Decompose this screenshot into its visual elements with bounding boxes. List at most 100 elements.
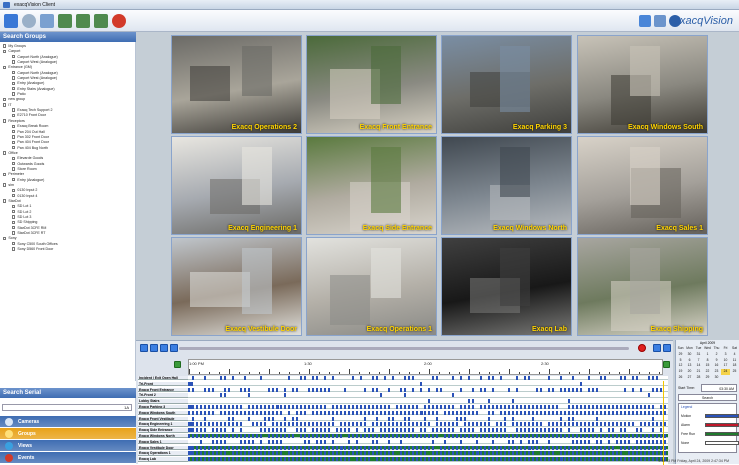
checkbox[interactable] <box>3 97 7 102</box>
checkbox[interactable] <box>12 220 16 225</box>
start-time-input[interactable]: 03:30 AM <box>701 383 737 392</box>
calendar-day[interactable]: 29 <box>703 375 712 381</box>
search-button[interactable]: Search <box>678 393 737 401</box>
calendar-day[interactable] <box>730 375 739 381</box>
checkbox[interactable] <box>12 135 16 139</box>
checkbox[interactable] <box>3 103 7 107</box>
camera-tile[interactable]: Exacq Shipping <box>577 237 708 336</box>
checkbox[interactable] <box>3 44 7 48</box>
checkbox[interactable] <box>12 204 16 209</box>
checkbox[interactable] <box>12 177 16 182</box>
nav-groups[interactable]: Groups <box>0 428 136 440</box>
checkbox[interactable] <box>3 183 7 187</box>
timeline-track[interactable]: Exacq Windows North <box>138 434 668 439</box>
checkbox[interactable] <box>12 124 16 128</box>
camera-tile[interactable]: Exacq Operations 1 <box>306 237 437 336</box>
timeline-track[interactable]: Exacq Parking 3 <box>138 405 668 410</box>
checkbox[interactable] <box>12 55 16 59</box>
checkbox[interactable] <box>12 161 16 166</box>
calendar-day[interactable]: 27 <box>685 375 694 381</box>
checkbox[interactable] <box>12 81 16 86</box>
camera-tile[interactable]: Exacq Windows North <box>441 136 572 235</box>
checkbox[interactable] <box>12 113 16 118</box>
calendar-day[interactable]: 28 <box>694 375 703 381</box>
zoom-in-button[interactable] <box>174 361 181 368</box>
fullscreen-icon[interactable] <box>639 15 651 27</box>
checkbox[interactable] <box>12 76 16 80</box>
checkbox[interactable] <box>12 188 16 193</box>
speed-slider[interactable] <box>179 347 629 350</box>
checkbox[interactable] <box>12 167 16 171</box>
checkbox[interactable] <box>12 60 16 64</box>
timeline-track[interactable]: Exacq Windows South <box>138 410 668 416</box>
checkbox[interactable] <box>3 172 7 176</box>
time-cursor[interactable] <box>663 381 664 465</box>
timeline-tracks[interactable]: Incident / Exit Open Hall Tri-Front Exacq … <box>138 376 668 464</box>
timeline-track[interactable]: Exacq Front Vestibule <box>138 416 668 421</box>
camera-tile[interactable]: Exacq Parking 3 <box>441 35 572 134</box>
step-back-button[interactable] <box>150 344 158 352</box>
checkbox[interactable] <box>3 151 7 155</box>
timeline-track[interactable]: Exacq Sales 1 <box>138 439 668 445</box>
checkbox[interactable] <box>12 247 16 251</box>
live-view-icon[interactable] <box>4 14 18 28</box>
checkbox[interactable] <box>12 156 16 160</box>
tools-icon[interactable] <box>40 14 54 28</box>
checkbox[interactable] <box>3 119 7 123</box>
layout-icon[interactable] <box>654 15 666 27</box>
camera-tile[interactable]: Exacq Windows South <box>577 35 708 134</box>
checkbox[interactable] <box>12 226 16 230</box>
timeline-track[interactable]: Exacq Side Entrance <box>138 428 668 433</box>
checkbox[interactable] <box>3 65 7 70</box>
timeline-track[interactable]: Tri-Front 2 <box>138 393 668 398</box>
nav-cameras[interactable]: Cameras <box>0 416 136 428</box>
zoom-out-button[interactable] <box>663 361 670 368</box>
timeline-track[interactable]: Exacq Front Entrance <box>138 387 668 392</box>
play-button[interactable] <box>160 344 168 352</box>
checkbox[interactable] <box>3 199 7 203</box>
checkbox[interactable] <box>12 210 16 214</box>
timeline-track[interactable]: Exacq Vestibule Door <box>138 445 668 450</box>
timeline-track[interactable]: Incident / Exit Open Hall <box>138 376 668 381</box>
calendar-day[interactable]: 26 <box>676 375 685 381</box>
camera-tile[interactable]: Exacq Vestibule Door <box>171 237 302 336</box>
nav-views[interactable]: Views <box>0 440 136 452</box>
camera-tile[interactable]: Exacq Side Entrance <box>306 136 437 235</box>
timeline-track[interactable]: Tri-Front <box>138 381 668 387</box>
rewind-button[interactable] <box>140 344 148 352</box>
checkbox[interactable] <box>12 87 16 91</box>
checkbox[interactable] <box>12 193 16 198</box>
checkbox[interactable] <box>12 145 16 150</box>
checkbox[interactable] <box>12 140 16 144</box>
calendar-grid[interactable]: Sun Mon Tue Wed Thu Fri Sat 29 30 31 1 2 3 4 5 6 7 8 9 10 11… <box>676 346 739 381</box>
timeline-track[interactable]: Exacq Operations 1 <box>138 451 668 456</box>
calendar-day[interactable]: 30 <box>712 375 721 381</box>
camera-tile[interactable]: Exacq Sales 1 <box>577 136 708 235</box>
tree-item[interactable]: Sony D560 Front Door <box>0 247 135 252</box>
checkbox[interactable] <box>12 71 16 75</box>
checkbox[interactable] <box>12 129 16 134</box>
checkbox[interactable] <box>12 108 16 112</box>
fast-forward-button[interactable] <box>170 344 178 352</box>
group-tree[interactable]: My Groups Carport Carport North (Analogue)… <box>0 42 136 381</box>
checkbox[interactable] <box>3 236 7 241</box>
alarm-icon[interactable] <box>112 14 126 28</box>
checkbox[interactable] <box>12 215 16 219</box>
search-icon[interactable] <box>22 14 36 28</box>
prev-button[interactable] <box>653 344 661 352</box>
checkbox[interactable] <box>3 49 7 54</box>
calendar-day[interactable] <box>721 375 730 381</box>
camera-tile[interactable]: Exacq Lab <box>441 237 572 336</box>
config-icon[interactable] <box>76 14 90 28</box>
serial-input[interactable]: 1A <box>2 404 132 411</box>
checkbox[interactable] <box>12 242 16 246</box>
checkbox[interactable] <box>12 92 16 96</box>
camera-tile[interactable]: Exacq Front Entrance <box>306 35 437 134</box>
next-button[interactable] <box>663 344 671 352</box>
record-button[interactable] <box>638 344 646 352</box>
timeline-track[interactable]: Exacq Engineering 1 <box>138 422 668 427</box>
time-ruler[interactable]: 1:00 PM 1:30 2:00 2:30 <box>188 359 663 375</box>
camera-tile[interactable]: Exacq Operations 2 <box>171 35 302 134</box>
camera-tile[interactable]: Exacq Engineering 1 <box>171 136 302 235</box>
checkbox[interactable] <box>12 231 16 235</box>
